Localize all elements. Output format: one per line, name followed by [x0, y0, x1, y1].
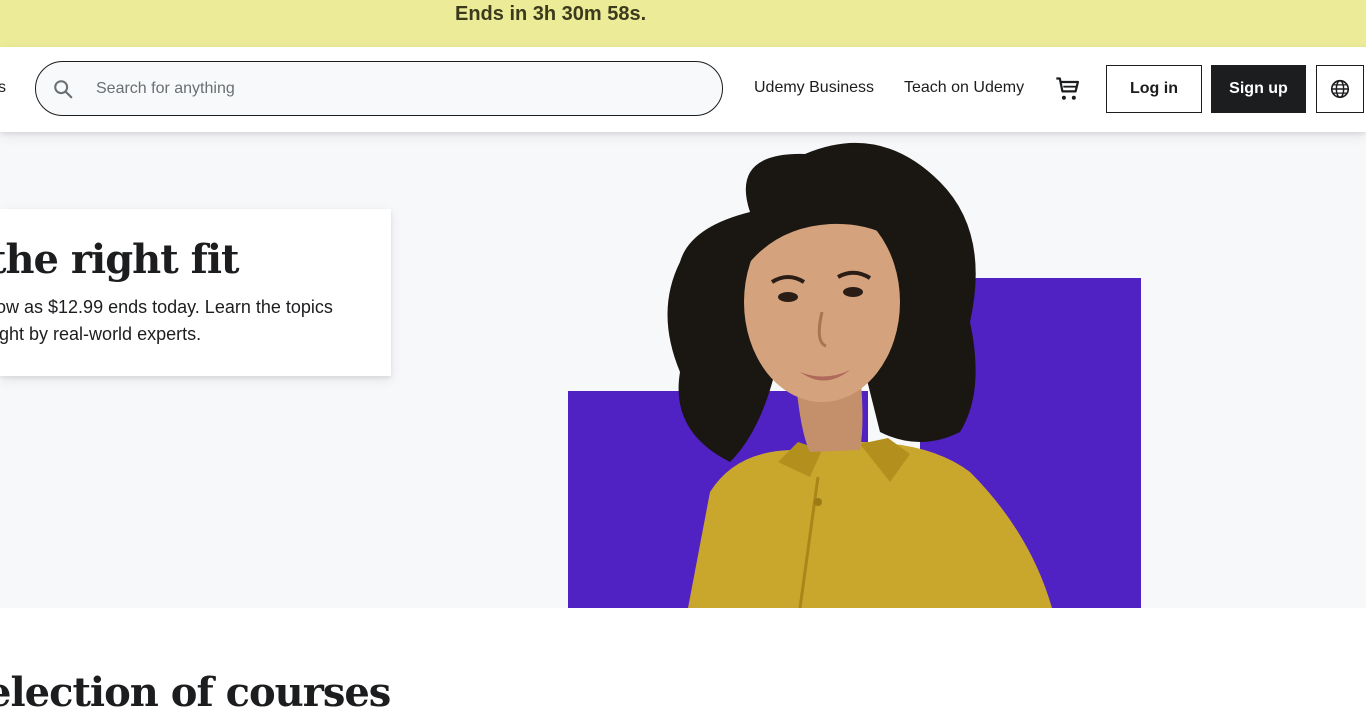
section-title: election of courses — [0, 669, 391, 716]
hero-image — [568, 142, 1141, 608]
login-button[interactable]: Log in — [1106, 65, 1202, 113]
explore-link-partial[interactable]: s — [0, 79, 6, 97]
language-button[interactable] — [1316, 65, 1364, 113]
hero-card: the right fit low as $12.99 ends today. … — [0, 209, 391, 376]
hero-subtitle-line2: ught by real-world experts. — [0, 324, 202, 344]
udemy-business-link[interactable]: Udemy Business — [754, 79, 874, 97]
globe-icon — [1330, 79, 1350, 99]
cart-icon[interactable] — [1054, 75, 1082, 103]
hero-title: the right fit — [0, 236, 240, 283]
search-input[interactable] — [96, 62, 696, 115]
hero-subtitle-line1: low as $12.99 ends today. Learn the topi… — [0, 297, 333, 317]
signup-button[interactable]: Sign up — [1211, 65, 1306, 113]
teach-on-udemy-link[interactable]: Teach on Udemy — [904, 79, 1024, 97]
promo-banner: Ends in 3h 30m 58s. — [0, 0, 1366, 47]
header: s Udemy Business Teach on Udemy Log in S… — [0, 47, 1366, 132]
hero-banner: the right fit low as $12.99 ends today. … — [0, 132, 1366, 608]
search-icon[interactable] — [52, 78, 74, 100]
search-bar[interactable] — [35, 61, 723, 116]
promo-countdown-text: Ends in 3h 30m 58s. — [455, 3, 647, 25]
